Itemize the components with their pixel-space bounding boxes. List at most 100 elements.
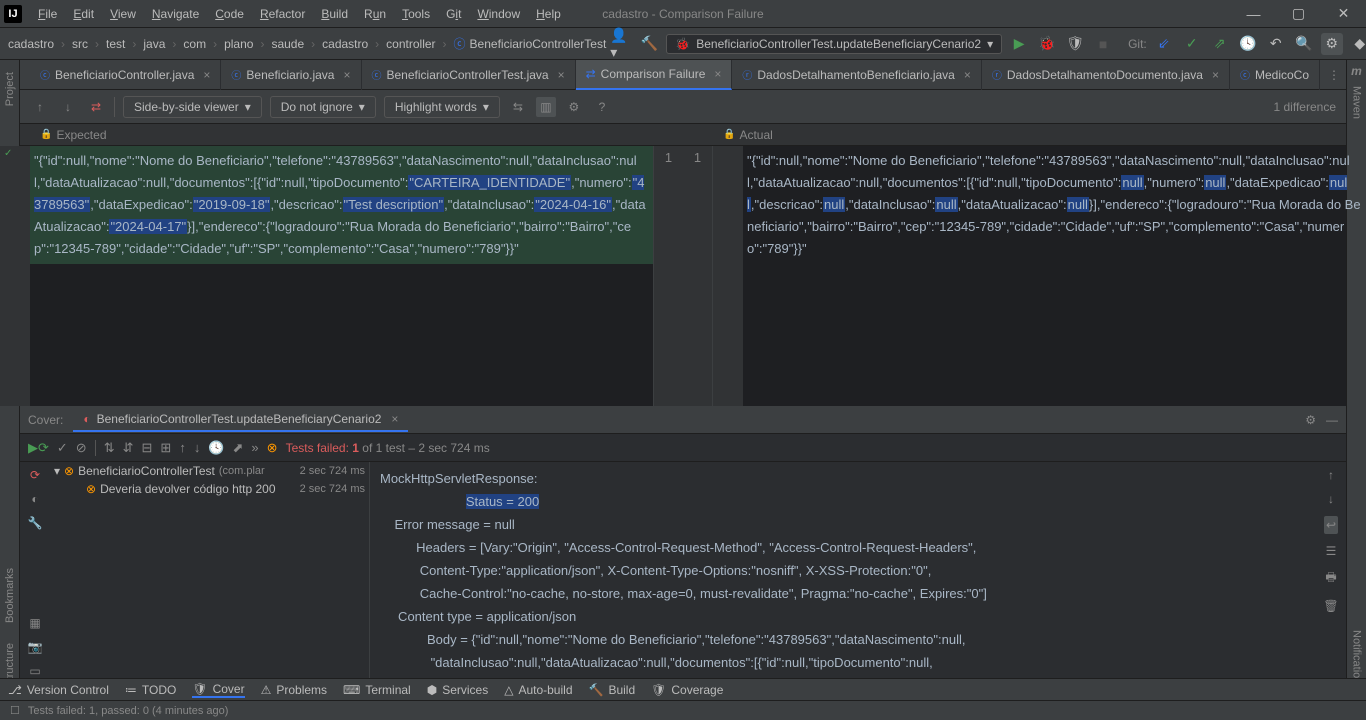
test-output[interactable]: MockHttpServletResponse: Status = 200 Er… <box>370 462 1316 678</box>
tab-comparison-failure[interactable]: ⇄Comparison Failure× <box>576 60 733 90</box>
pin-icon[interactable]: ▭ <box>29 664 40 678</box>
breadcrumb[interactable]: BeneficiarioControllerTest <box>470 37 607 51</box>
breadcrumb[interactable]: cadastro <box>8 37 54 51</box>
import-tests-icon[interactable]: ⬈ <box>233 440 244 456</box>
tool-maven[interactable]: Maven <box>1351 86 1363 119</box>
menu-tools[interactable]: Tools <box>394 4 438 24</box>
viewer-mode-select[interactable]: Side-by-side viewer▾ <box>123 96 262 118</box>
help-icon[interactable]: ? <box>592 97 612 117</box>
test-tree[interactable]: ▾⊗ BeneficiarioControllerTest (com.plar … <box>50 462 370 678</box>
tool-project[interactable]: Project <box>4 72 16 106</box>
maven-icon[interactable]: m <box>1351 64 1362 78</box>
scroll-down-icon[interactable]: ↓ <box>1328 492 1334 506</box>
menu-navigate[interactable]: Navigate <box>144 4 207 24</box>
build-icon[interactable]: 🔨 <box>638 33 660 55</box>
tab-beneficiario-controller[interactable]: ⓒBeneficiarioController.java× <box>30 60 221 90</box>
close-icon[interactable]: × <box>558 68 565 82</box>
layout-icon[interactable]: ▦ <box>29 616 40 630</box>
maximize-button[interactable]: ▢ <box>1276 0 1321 28</box>
soft-wrap-icon[interactable]: ↩ <box>1324 516 1338 534</box>
tab-dados-beneficiario[interactable]: ⓡDadosDetalhamentoBeneficiario.java× <box>732 60 981 90</box>
breadcrumb[interactable]: src <box>72 37 88 51</box>
breadcrumb[interactable]: cadastro <box>322 37 368 51</box>
close-icon[interactable]: × <box>343 68 350 82</box>
breadcrumb[interactable]: com <box>183 37 206 51</box>
minimize-panel-icon[interactable]: — <box>1326 413 1338 427</box>
rerun-failed-icon[interactable]: ⟳ <box>30 468 40 482</box>
expand-all-icon[interactable]: ⊟ <box>142 440 153 456</box>
collapse-all-icon[interactable]: ⊞ <box>160 440 171 456</box>
breadcrumb[interactable]: controller <box>386 37 435 51</box>
coverage-button[interactable]: 🛡 <box>1064 33 1086 55</box>
debug-button[interactable]: 🐞 <box>1036 33 1058 55</box>
bottom-tab-todo[interactable]: ≔TODO <box>125 683 176 697</box>
menu-window[interactable]: Window <box>469 4 528 24</box>
ai-icon[interactable]: ◆ <box>1349 33 1366 55</box>
menu-git[interactable]: Git <box>438 4 469 24</box>
git-push-icon[interactable]: ⇗ <box>1209 33 1231 55</box>
breadcrumb[interactable]: saude <box>271 37 304 51</box>
show-ignored-icon[interactable]: ⊘ <box>76 440 87 456</box>
bottom-tab-problems[interactable]: ⚠Problems <box>261 683 327 697</box>
close-icon[interactable]: × <box>714 67 721 81</box>
show-passed-icon[interactable]: ✓ <box>57 440 68 456</box>
breadcrumb[interactable]: test <box>106 37 125 51</box>
bottom-tab-coverage[interactable]: 🛡Coverage <box>651 683 723 697</box>
wrench-icon[interactable]: 🔧 <box>28 516 43 530</box>
print-icon[interactable]: 🖶 <box>1325 568 1336 589</box>
rerun-button[interactable]: ▶⟳ <box>28 440 49 456</box>
bottom-tab-services[interactable]: ⬢Services <box>427 683 489 697</box>
highlight-mode-select[interactable]: Highlight words▾ <box>384 96 500 118</box>
toggle-auto-icon[interactable]: ◐ <box>31 492 38 506</box>
git-update-icon[interactable]: ⇙ <box>1153 33 1175 55</box>
close-icon[interactable]: × <box>1212 68 1219 82</box>
bottom-tab-build[interactable]: 🔨Build <box>589 683 636 697</box>
test-history-icon[interactable]: 🕓 <box>208 440 224 456</box>
more-icon[interactable]: » <box>251 440 258 455</box>
git-rollback-icon[interactable]: ↶ <box>1265 33 1287 55</box>
run-config-selector[interactable]: 🐞 BeneficiarioControllerTest.updateBenef… <box>666 34 1002 54</box>
settings-icon[interactable]: ⚙ <box>564 97 584 117</box>
menu-edit[interactable]: Edit <box>65 4 102 24</box>
bottom-tab-autobuild[interactable]: △Auto-build <box>504 683 572 697</box>
tab-dropdown-icon[interactable]: ⋮ <box>1328 68 1340 82</box>
close-icon[interactable]: × <box>203 68 210 82</box>
menu-refactor[interactable]: Refactor <box>252 4 313 24</box>
tab-beneficiario[interactable]: ⓒBeneficiario.java× <box>221 60 361 90</box>
bottom-tab-terminal[interactable]: ⌨Terminal <box>343 683 411 697</box>
diff-expected-pane[interactable]: ✓ "{"id":null,"nome":"Nome do Beneficiar… <box>0 146 653 406</box>
bottom-tab-vcs[interactable]: ⎇Version Control <box>8 683 109 697</box>
run-button[interactable]: ▶ <box>1008 33 1030 55</box>
close-icon[interactable]: × <box>964 68 971 82</box>
test-tree-item[interactable]: ⊗ Deveria devolver código http 200 2 sec… <box>50 480 369 498</box>
menu-run[interactable]: Run <box>356 4 394 24</box>
swap-diff-button[interactable]: ⇄ <box>86 97 106 117</box>
menu-code[interactable]: Code <box>207 4 252 24</box>
git-history-icon[interactable]: 🕓 <box>1237 33 1259 55</box>
minimize-button[interactable]: — <box>1231 0 1276 28</box>
settings-icon[interactable]: ⚙ <box>1305 413 1316 427</box>
screenshot-icon[interactable]: 📷 <box>28 640 43 654</box>
user-icon[interactable]: 👤▾ <box>610 33 632 55</box>
settings-icon[interactable]: ⚙ <box>1321 33 1343 55</box>
collapse-icon[interactable]: ⇆ <box>508 97 528 117</box>
menu-file[interactable]: File <box>30 4 65 24</box>
breadcrumb[interactable]: plano <box>224 37 253 51</box>
scroll-up-icon[interactable]: ↑ <box>1328 468 1334 482</box>
sync-scroll-icon[interactable]: ▥ <box>536 97 556 117</box>
menu-view[interactable]: View <box>102 4 144 24</box>
prev-test-icon[interactable]: ↑ <box>179 440 186 455</box>
next-diff-button[interactable]: ↓ <box>58 97 78 117</box>
git-commit-icon[interactable]: ✓ <box>1181 33 1203 55</box>
menu-build[interactable]: Build <box>313 4 356 24</box>
search-icon[interactable]: 🔍 <box>1293 33 1315 55</box>
prev-diff-button[interactable]: ↑ <box>30 97 50 117</box>
stack-icon[interactable]: ☰ <box>1326 544 1337 558</box>
clear-icon[interactable]: 🗑 <box>1323 599 1338 613</box>
tab-beneficiario-controller-test[interactable]: ⓒBeneficiarioControllerTest.java× <box>362 60 576 90</box>
tab-medico[interactable]: ⓒMedicoCo <box>1230 60 1320 90</box>
tab-dados-documento[interactable]: ⓡDadosDetalhamentoDocumento.java× <box>982 60 1230 90</box>
bottom-tab-cover[interactable]: 🛡Cover <box>192 682 244 698</box>
status-icon[interactable]: ☐ <box>10 704 20 717</box>
diff-actual-pane[interactable]: "{"id":null,"nome":"Nome do Beneficiario… <box>713 146 1366 406</box>
